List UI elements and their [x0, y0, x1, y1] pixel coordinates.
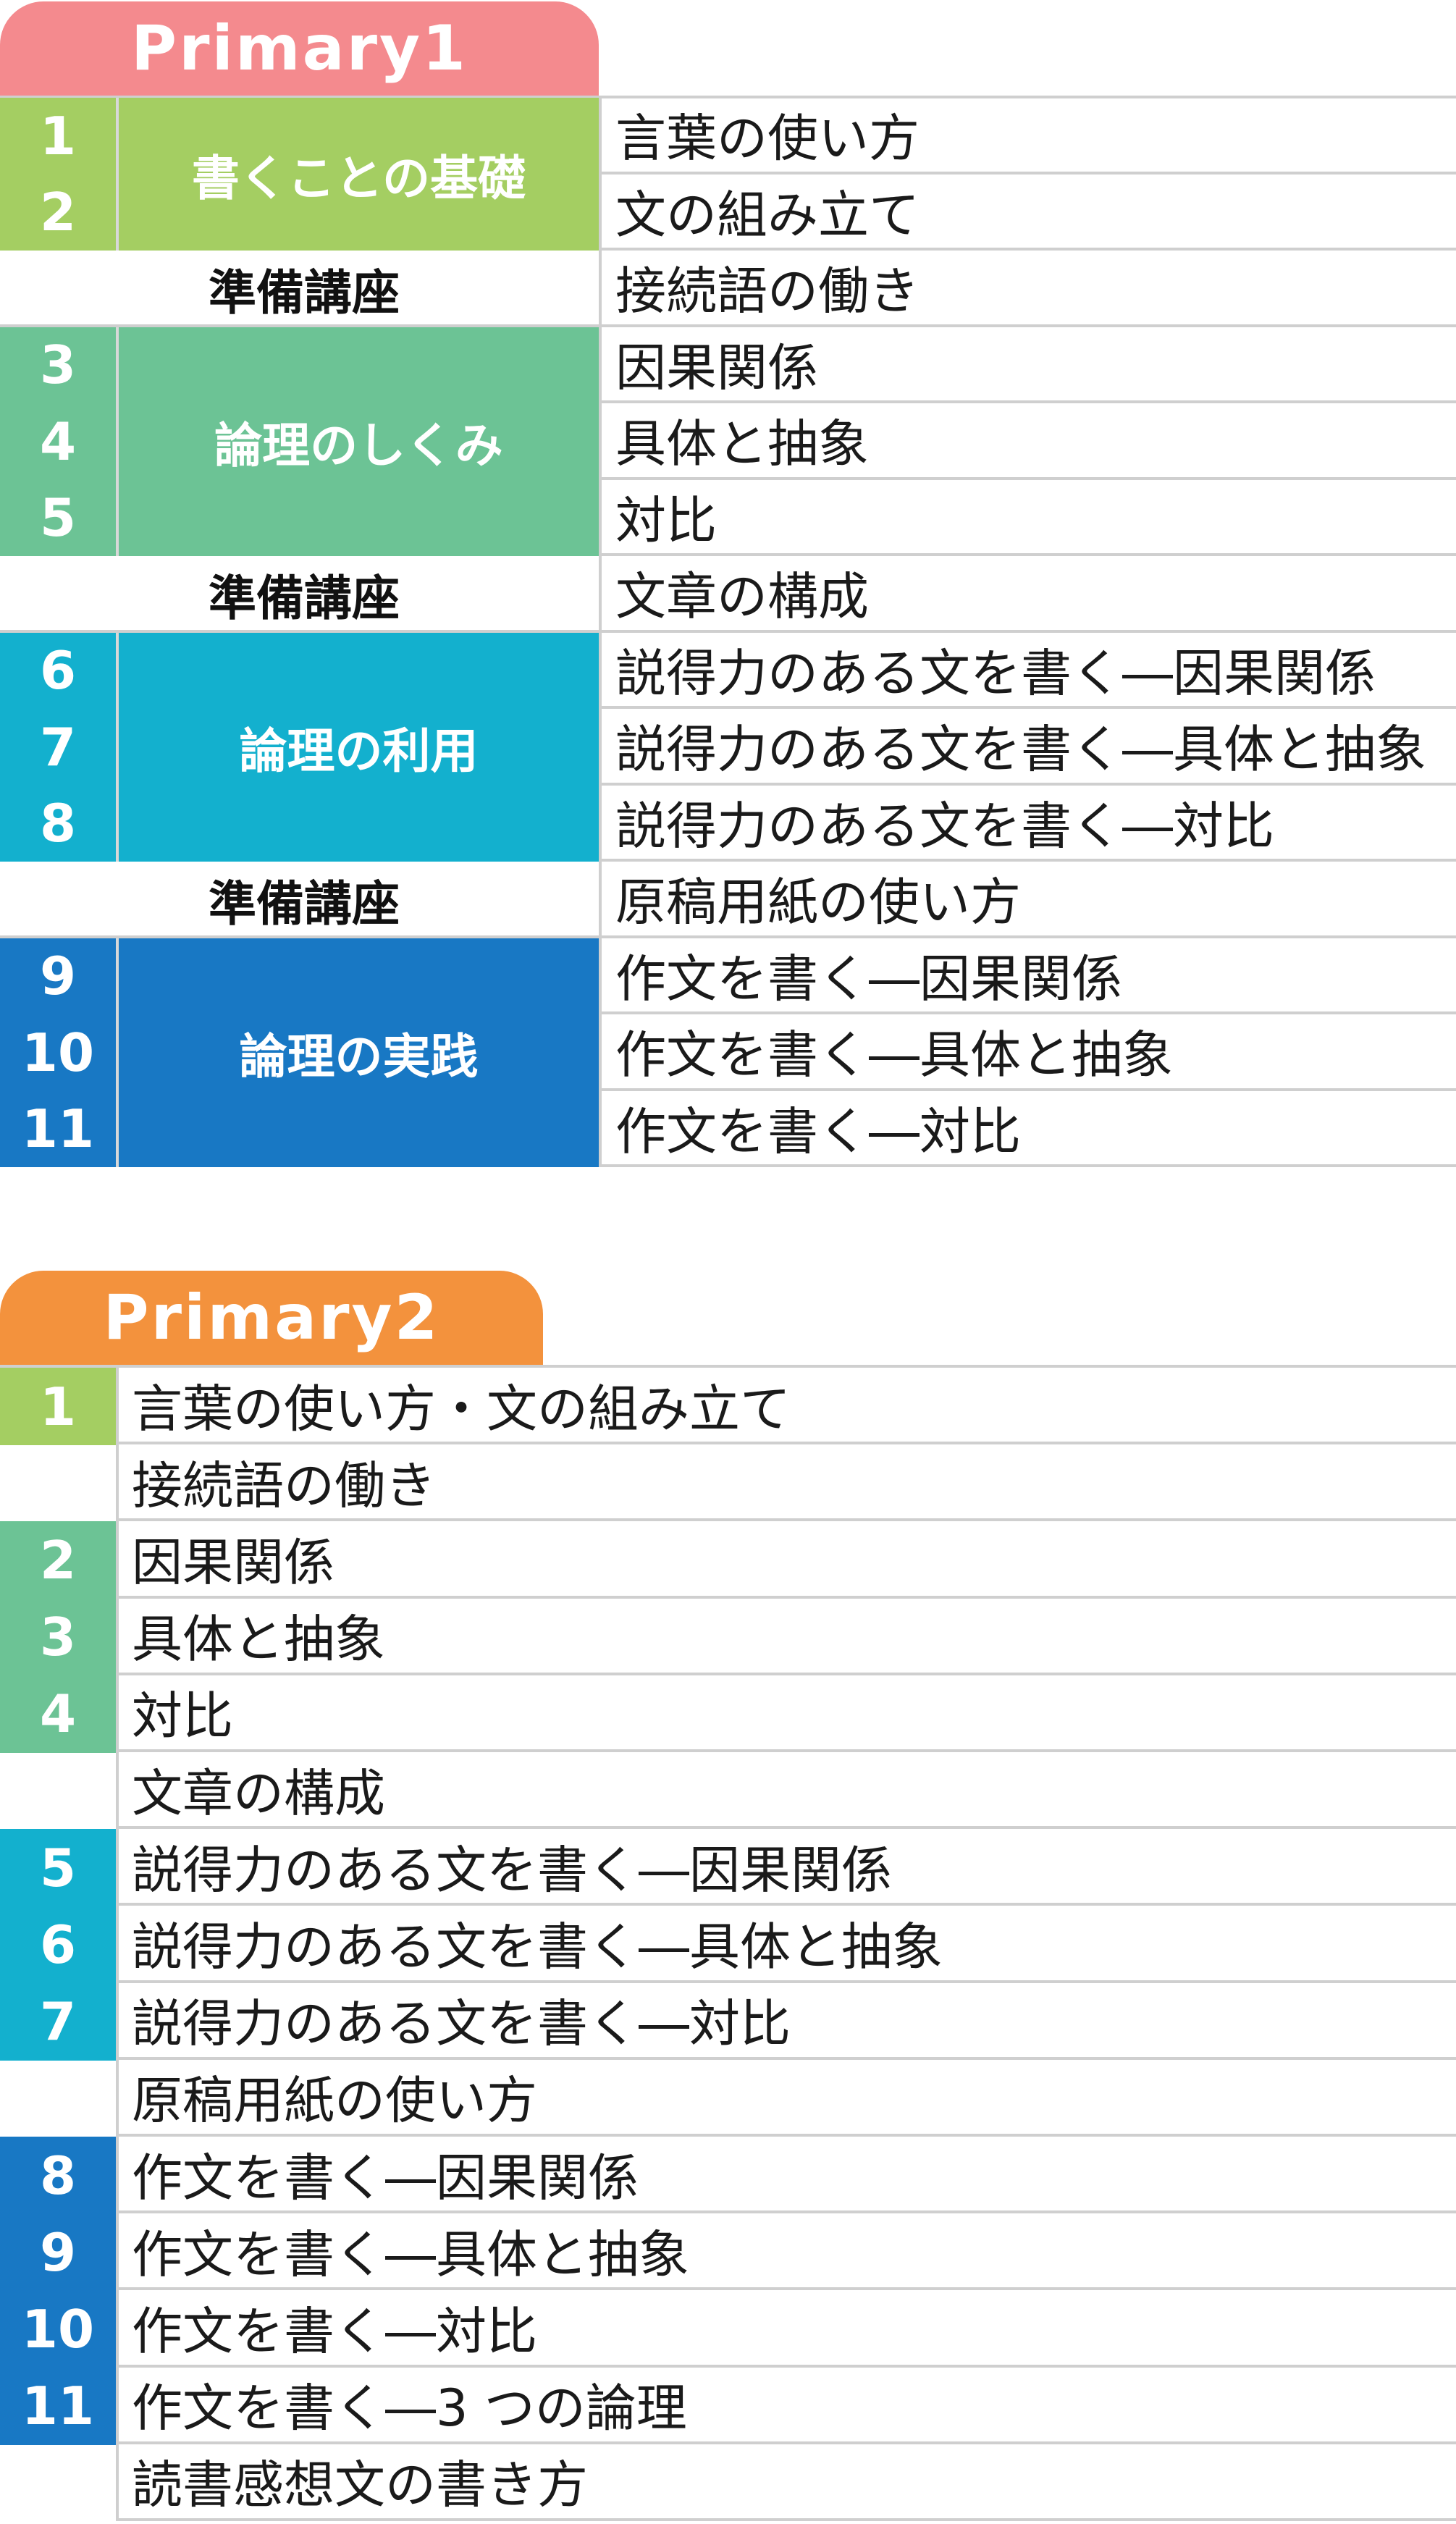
lesson-number: 3 [39, 335, 77, 396]
lesson-number: 1 [39, 105, 77, 167]
primary1-tab: Primary1 [0, 1, 599, 96]
lesson-row: 作文を書く―3 つの論理 [119, 2368, 1456, 2444]
lesson-row: 文章の構成 [601, 556, 1456, 633]
lesson-number: 10 [0, 2290, 116, 2368]
unit-title: 書くことの基礎 [119, 98, 599, 251]
lesson-row: 対比 [601, 480, 1456, 556]
lesson-row: 作文を書く―対比 [601, 1091, 1456, 1167]
lesson-number [0, 2060, 116, 2137]
lesson-row: 作文を書く―対比 [119, 2290, 1456, 2368]
lesson-number: 11 [0, 2367, 116, 2445]
lesson-row: 原稿用紙の使い方 [601, 862, 1456, 938]
lesson-number-column: 9 10 11 [0, 938, 116, 1167]
lesson-number [0, 2444, 116, 2522]
lesson-number: 2 [39, 182, 77, 243]
lesson-row: 説得力のある文を書く―対比 [601, 786, 1456, 862]
prep-course-label: 準備講座 [209, 264, 400, 321]
lesson-row: 説得力のある文を書く―具体と抽象 [119, 1906, 1456, 1983]
lesson-number: 11 [21, 1098, 95, 1160]
lesson-row: 説得力のある文を書く―因果関係 [601, 633, 1456, 709]
lesson-row: 因果関係 [601, 327, 1456, 403]
lesson-number: 7 [0, 1982, 116, 2061]
lesson-number-column: 3 4 5 [0, 327, 116, 556]
lesson-row: 文章の構成 [119, 1752, 1456, 1830]
lesson-row: 接続語の働き [601, 251, 1456, 327]
unit-title: 論理の実践 [119, 938, 599, 1167]
lesson-number: 5 [0, 1829, 116, 1907]
lesson-row: 対比 [119, 1675, 1456, 1752]
lesson-number [0, 1752, 116, 1830]
lesson-number: 7 [39, 716, 77, 778]
lesson-number-column: 6 7 8 [0, 632, 116, 862]
lesson-number: 10 [21, 1022, 95, 1083]
lesson-number: 8 [39, 793, 77, 854]
lesson-row: 説得力のある文を書く―具体と抽象 [601, 709, 1456, 786]
primary1-tab-label: Primary1 [131, 12, 468, 85]
primary2-tab-label: Primary2 [103, 1282, 440, 1354]
main-column-separator [599, 96, 602, 1167]
lesson-row: 具体と抽象 [119, 1599, 1456, 1675]
lesson-row: 説得力のある文を書く―因果関係 [119, 1829, 1456, 1906]
lesson-number: 2 [0, 1521, 116, 1599]
lesson-row: 接続語の働き [119, 1444, 1456, 1522]
lesson-row: 作文を書く―具体と抽象 [119, 2213, 1456, 2291]
lesson-row: 因果関係 [119, 1521, 1456, 1599]
lesson-row: 言葉の使い方 [601, 98, 1456, 174]
lesson-row: 説得力のある文を書く―対比 [119, 1983, 1456, 2060]
unit-title: 論理の利用 [119, 632, 599, 862]
lesson-number-column: 12 [0, 98, 116, 251]
lesson-row: 具体と抽象 [601, 403, 1456, 480]
lesson-number: 1 [0, 1368, 116, 1446]
column-separator [116, 1366, 119, 2521]
lesson-row: 作文を書く―具体と抽象 [601, 1014, 1456, 1091]
lesson-number [0, 1444, 116, 1522]
lesson-number: 6 [39, 640, 77, 702]
lesson-number: 4 [0, 1675, 116, 1753]
lesson-number: 6 [0, 1906, 116, 1984]
lesson-row: 作文を書く―因果関係 [119, 2137, 1456, 2214]
prep-course-label: 準備講座 [209, 570, 400, 626]
unit-title: 論理のしくみ [119, 327, 599, 556]
lesson-row: 文の組み立て [601, 174, 1456, 251]
lesson-row: 作文を書く―因果関係 [601, 938, 1456, 1014]
lesson-number: 3 [0, 1598, 116, 1676]
lesson-number: 8 [0, 2137, 116, 2215]
lesson-row: 言葉の使い方・文の組み立て [119, 1368, 1456, 1445]
lesson-number: 9 [39, 946, 77, 1007]
lesson-number: 5 [39, 487, 77, 549]
prep-course-label: 準備講座 [209, 875, 400, 932]
lesson-row: 原稿用紙の使い方 [119, 2060, 1456, 2137]
lesson-number: 4 [39, 411, 77, 472]
lesson-number: 9 [0, 2213, 116, 2292]
primary2-tab: Primary2 [0, 1271, 543, 1365]
lesson-row: 読書感想文の書き方 [119, 2444, 1456, 2521]
